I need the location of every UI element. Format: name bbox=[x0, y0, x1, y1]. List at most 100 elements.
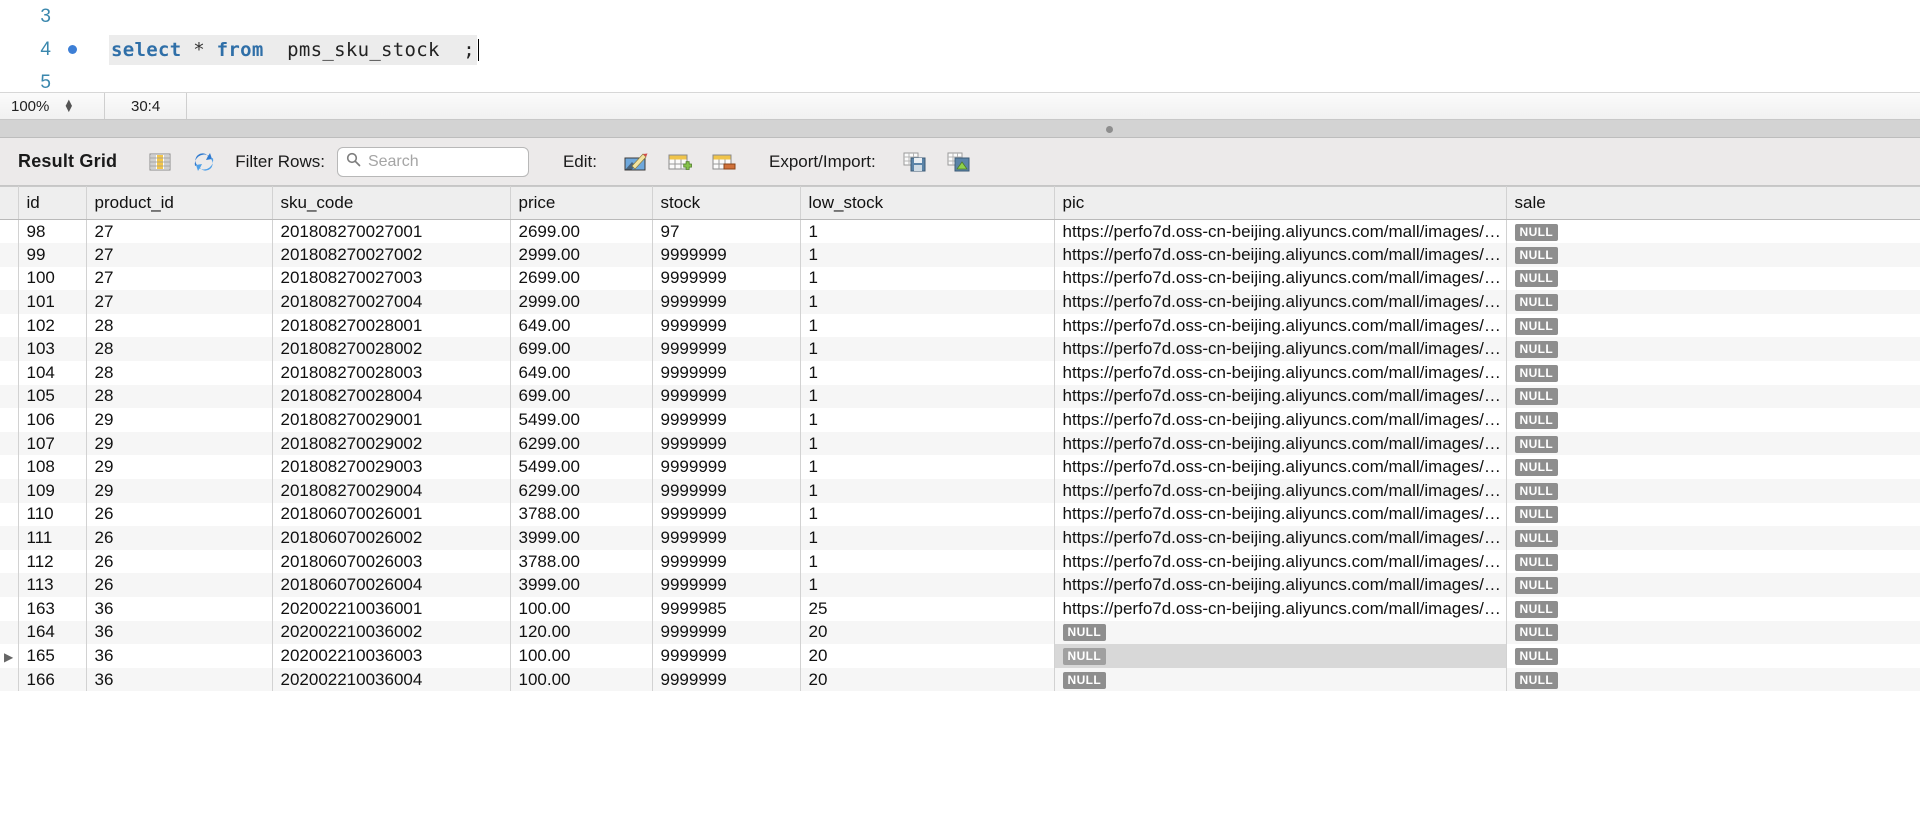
cell-sku-code[interactable]: 201808270028004 bbox=[272, 384, 511, 409]
cell-pic[interactable]: https://perfo7d.oss-cn-beijing.aliyuncs.… bbox=[1054, 290, 1507, 314]
cell-stock[interactable]: 9999999 bbox=[652, 455, 801, 480]
cell-product-id[interactable]: 28 bbox=[86, 337, 273, 362]
cell-pic[interactable]: https://perfo7d.oss-cn-beijing.aliyuncs.… bbox=[1054, 219, 1507, 244]
row-marker-cell[interactable]: ▶ bbox=[0, 644, 19, 668]
cell-sku-code[interactable]: 202002210036004 bbox=[272, 667, 511, 692]
cell-pic[interactable]: https://perfo7d.oss-cn-beijing.aliyuncs.… bbox=[1054, 431, 1507, 456]
cell-id[interactable]: 101 bbox=[18, 290, 87, 314]
cell-sale[interactable]: NULL bbox=[1506, 243, 1920, 267]
cell-pic[interactable]: https://perfo7d.oss-cn-beijing.aliyuncs.… bbox=[1054, 526, 1507, 550]
cell-price[interactable]: 2699.00 bbox=[510, 266, 653, 291]
cell-pic[interactable]: https://perfo7d.oss-cn-beijing.aliyuncs.… bbox=[1054, 243, 1507, 267]
table-row[interactable]: 166 36 202002210036004 100.00 9999999 20 NULL N… bbox=[0, 667, 1920, 692]
table-row[interactable]: 104 28 201808270028003 649.00 9999999 1 https:… bbox=[0, 361, 1920, 385]
row-marker-cell[interactable] bbox=[0, 290, 19, 314]
cell-sale[interactable]: NULL bbox=[1506, 549, 1920, 574]
cell-price[interactable]: 699.00 bbox=[510, 337, 653, 362]
cell-sale[interactable]: NULL bbox=[1506, 502, 1920, 527]
splitter-handle-icon[interactable] bbox=[1106, 126, 1113, 133]
cell-product-id[interactable]: 36 bbox=[86, 667, 273, 692]
cell-pic[interactable]: https://perfo7d.oss-cn-beijing.aliyuncs.… bbox=[1054, 502, 1507, 527]
table-row[interactable]: 102 28 201808270028001 649.00 9999999 1 https:… bbox=[0, 313, 1920, 338]
row-marker-cell[interactable] bbox=[0, 431, 19, 456]
cell-sku-code[interactable]: 201808270027003 bbox=[272, 266, 511, 291]
cell-id[interactable]: 163 bbox=[18, 597, 87, 621]
cell-product-id[interactable]: 26 bbox=[86, 502, 273, 527]
cell-id[interactable]: 165 bbox=[18, 644, 87, 668]
cell-price[interactable]: 6299.00 bbox=[510, 479, 653, 503]
table-row[interactable]: 110 26 201806070026001 3788.00 9999999 1 https… bbox=[0, 502, 1920, 527]
cell-stock[interactable]: 9999999 bbox=[652, 502, 801, 527]
cell-low-stock[interactable]: 1 bbox=[800, 479, 1055, 503]
cell-product-id[interactable]: 27 bbox=[86, 219, 273, 244]
cell-pic[interactable]: https://perfo7d.oss-cn-beijing.aliyuncs.… bbox=[1054, 573, 1507, 597]
cell-low-stock[interactable]: 1 bbox=[800, 549, 1055, 574]
cell-product-id[interactable]: 27 bbox=[86, 243, 273, 267]
cell-pic[interactable]: NULL bbox=[1054, 620, 1507, 645]
cell-low-stock[interactable]: 1 bbox=[800, 502, 1055, 527]
cell-stock[interactable]: 9999999 bbox=[652, 384, 801, 409]
row-marker-cell[interactable] bbox=[0, 526, 19, 550]
cell-low-stock[interactable]: 1 bbox=[800, 526, 1055, 550]
cell-price[interactable]: 3999.00 bbox=[510, 573, 653, 597]
cell-price[interactable]: 2699.00 bbox=[510, 219, 653, 244]
cell-product-id[interactable]: 29 bbox=[86, 479, 273, 503]
cell-pic[interactable]: https://perfo7d.oss-cn-beijing.aliyuncs.… bbox=[1054, 479, 1507, 503]
cell-low-stock[interactable]: 1 bbox=[800, 337, 1055, 362]
zoom-stepper[interactable]: ▲ ▼ bbox=[63, 98, 74, 115]
column-header-product-id[interactable]: product_id bbox=[86, 186, 273, 220]
cell-product-id[interactable]: 27 bbox=[86, 290, 273, 314]
line-content[interactable]: select * from pms_sku_stock ; bbox=[89, 34, 1920, 65]
cell-sku-code[interactable]: 201808270028001 bbox=[272, 313, 511, 338]
cell-id[interactable]: 104 bbox=[18, 361, 87, 385]
cell-product-id[interactable]: 36 bbox=[86, 620, 273, 645]
table-row[interactable]: ▶ 165 36 202002210036003 100.00 9999999 20 NULL… bbox=[0, 644, 1920, 668]
cell-price[interactable]: 3999.00 bbox=[510, 526, 653, 550]
row-marker-cell[interactable] bbox=[0, 243, 19, 267]
cell-sku-code[interactable]: 201808270027004 bbox=[272, 290, 511, 314]
cell-price[interactable]: 5499.00 bbox=[510, 455, 653, 480]
table-row[interactable]: 108 29 201808270029003 5499.00 9999999 1 https… bbox=[0, 455, 1920, 480]
cell-stock[interactable]: 9999999 bbox=[652, 337, 801, 362]
cell-stock[interactable]: 9999999 bbox=[652, 408, 801, 432]
cell-sale[interactable]: NULL bbox=[1506, 431, 1920, 456]
row-marker-cell[interactable] bbox=[0, 549, 19, 574]
filter-search-box[interactable] bbox=[336, 146, 529, 177]
breakpoint-gutter[interactable] bbox=[55, 45, 89, 54]
cell-sku-code[interactable]: 201806070026003 bbox=[272, 549, 511, 574]
breakpoint-dot-icon[interactable] bbox=[67, 45, 77, 54]
grid-columns-icon[interactable] bbox=[147, 150, 173, 174]
cell-sku-code[interactable]: 201808270027001 bbox=[272, 219, 511, 244]
cell-product-id[interactable]: 26 bbox=[86, 573, 273, 597]
cell-id[interactable]: 100 bbox=[18, 266, 87, 291]
cell-pic[interactable]: https://perfo7d.oss-cn-beijing.aliyuncs.… bbox=[1054, 597, 1507, 621]
table-row[interactable]: 100 27 201808270027003 2699.00 9999999 1 https… bbox=[0, 266, 1920, 291]
cell-price[interactable]: 649.00 bbox=[510, 313, 653, 338]
row-marker-cell[interactable] bbox=[0, 573, 19, 597]
cell-stock[interactable]: 9999985 bbox=[652, 597, 801, 621]
cell-product-id[interactable]: 29 bbox=[86, 431, 273, 456]
cell-product-id[interactable]: 26 bbox=[86, 549, 273, 574]
cell-low-stock[interactable]: 1 bbox=[800, 408, 1055, 432]
cell-price[interactable]: 100.00 bbox=[510, 597, 653, 621]
delete-row-icon[interactable] bbox=[711, 150, 737, 174]
cell-sku-code[interactable]: 202002210036003 bbox=[272, 644, 511, 668]
cell-sku-code[interactable]: 201808270029003 bbox=[272, 455, 511, 480]
cell-sale[interactable]: NULL bbox=[1506, 408, 1920, 432]
cell-sale[interactable]: NULL bbox=[1506, 479, 1920, 503]
cell-stock[interactable]: 9999999 bbox=[652, 243, 801, 267]
cell-pic[interactable]: NULL bbox=[1054, 667, 1507, 692]
column-header-id[interactable]: id bbox=[18, 186, 87, 220]
table-row[interactable]: 106 29 201808270029001 5499.00 9999999 1 https… bbox=[0, 408, 1920, 432]
cell-product-id[interactable]: 28 bbox=[86, 361, 273, 385]
cell-sale[interactable]: NULL bbox=[1506, 573, 1920, 597]
cell-id[interactable]: 106 bbox=[18, 408, 87, 432]
cell-product-id[interactable]: 36 bbox=[86, 644, 273, 668]
cell-low-stock[interactable]: 1 bbox=[800, 313, 1055, 338]
cell-product-id[interactable]: 29 bbox=[86, 455, 273, 480]
row-marker-cell[interactable] bbox=[0, 361, 19, 385]
cell-price[interactable]: 6299.00 bbox=[510, 431, 653, 456]
cell-stock[interactable]: 9999999 bbox=[652, 361, 801, 385]
row-marker-cell[interactable] bbox=[0, 667, 19, 692]
cell-stock[interactable]: 9999999 bbox=[652, 644, 801, 668]
